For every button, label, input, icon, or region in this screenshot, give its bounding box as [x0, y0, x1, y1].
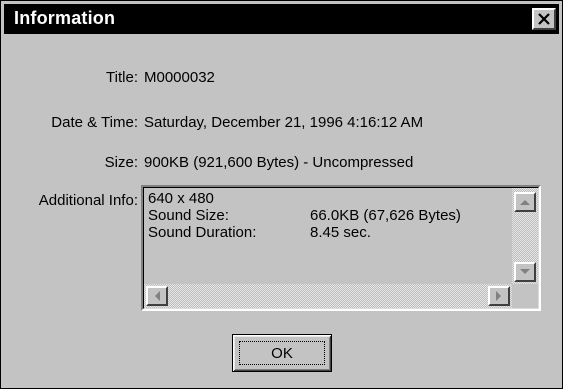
arrow-right-icon	[496, 291, 501, 301]
sound-size-value: 66.0KB (67,626 Bytes)	[310, 207, 461, 224]
scroll-left-button[interactable]	[146, 286, 168, 306]
date-time-value: Saturday, December 21, 1996 4:16:12 AM	[144, 114, 424, 131]
title-value: M0000032	[144, 69, 215, 86]
vertical-scrollbar[interactable]	[512, 188, 538, 284]
close-button[interactable]	[532, 8, 556, 30]
size-value: 900KB (921,600 Bytes) - Uncompressed	[144, 154, 414, 171]
sound-duration-label: Sound Duration:	[148, 224, 257, 241]
scroll-right-button[interactable]	[488, 286, 510, 306]
scrollbar-corner	[512, 284, 538, 308]
scroll-up-button[interactable]	[514, 192, 536, 212]
arrow-up-icon	[520, 200, 530, 205]
ok-button[interactable]: OK	[232, 334, 332, 372]
scroll-down-button[interactable]	[514, 262, 536, 282]
size-label: Size:	[104, 154, 138, 171]
ok-button-label: OK	[271, 344, 293, 362]
ok-focus-rect: OK	[239, 341, 325, 365]
title-label: Title:	[106, 69, 138, 86]
additional-info-box[interactable]: 640 x 480 Sound Size: 66.0KB (67,626 Byt…	[141, 185, 541, 311]
information-dialog: Information Title: M0000032 Date & Time:…	[0, 0, 563, 389]
additional-info-label: Additional Info:	[38, 192, 138, 209]
sound-duration-value: 8.45 sec.	[310, 224, 371, 241]
resolution-value: 640 x 480	[148, 190, 214, 207]
arrow-down-icon	[520, 269, 530, 274]
date-time-label: Date & Time:	[51, 114, 138, 131]
arrow-left-icon	[155, 291, 160, 301]
title-bar[interactable]: Information	[4, 4, 559, 34]
dialog-title: Information	[14, 8, 116, 28]
sound-size-label: Sound Size:	[148, 207, 229, 224]
close-icon	[538, 13, 550, 25]
horizontal-scrollbar[interactable]	[144, 284, 512, 308]
additional-info-text-area[interactable]: 640 x 480 Sound Size: 66.0KB (67,626 Byt…	[143, 187, 539, 309]
